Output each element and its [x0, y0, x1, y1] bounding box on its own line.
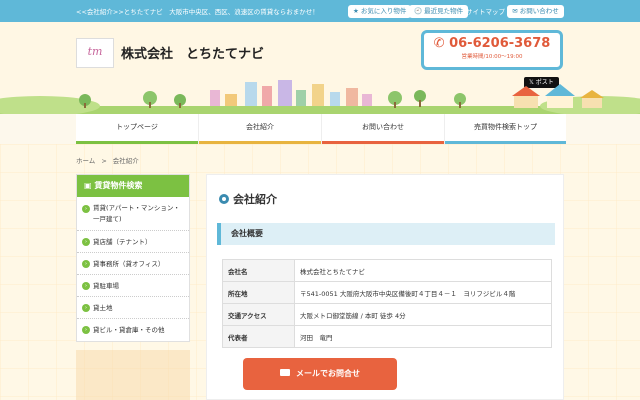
row-value: 〒541-0051 大阪府大阪市中央区備後町４丁目４－１ ヨリフジビル４階 — [294, 281, 552, 304]
arrow-right-icon: › — [82, 326, 90, 334]
arrow-right-icon: › — [82, 282, 90, 290]
envelope-icon — [280, 369, 290, 376]
row-key: 会社名 — [222, 259, 295, 282]
contact-button[interactable]: ✉ お問い合わせ — [507, 5, 564, 18]
table-row: 代表者 河田 竜門 — [222, 325, 552, 348]
sidebar-title: ▣ 賃貸物件検索 — [77, 175, 189, 197]
table-row: 交通アクセス 大阪メトロ御堂筋線 / 本町 徒歩 4分 — [222, 303, 552, 326]
mail-inquiry-button[interactable]: メールでお問合せ — [243, 358, 397, 390]
sidebar-item-building-other[interactable]: › 貸ビル・貸倉庫・その他 — [77, 319, 189, 341]
row-key: 所在地 — [222, 281, 295, 304]
site-tagline: <<会社紹介>>とちたてナビ 大阪市中央区、西区、浪速区の賃貸ならおまかせ！ — [76, 8, 319, 16]
rental-search-sidebar: ▣ 賃貸物件検索 › 賃貸(アパート・マンション・一戸建て) › 貸店舗（テナント）… — [76, 174, 190, 342]
sidebar-item-store[interactable]: › 貸店舗（テナント） — [77, 231, 189, 253]
sidebar-item-land[interactable]: › 貸土地 — [77, 297, 189, 319]
nav-contact[interactable]: お問い合わせ — [321, 114, 444, 144]
table-row: 会社名 株式会社とちたてナビ — [222, 259, 552, 282]
breadcrumb-separator: > — [101, 157, 107, 165]
phone-number: ✆ 06-6206-3678 — [433, 36, 551, 51]
nav-top-page[interactable]: トップページ — [76, 114, 198, 144]
top-bar: <<会社紹介>>とちたてナビ 大阪市中央区、西区、浪速区の賃貸ならおまかせ！ ★… — [0, 0, 640, 22]
company-info-table: 会社名 株式会社とちたてナビ 所在地 〒541-0051 大阪府大阪市中央区備後… — [222, 259, 552, 348]
nav-sale-search[interactable]: 売買物件検索トップ — [444, 114, 566, 144]
company-name: 株式会社 とちたてナビ — [121, 47, 265, 62]
sidebar-secondary-box — [76, 350, 190, 400]
row-key: 代表者 — [222, 325, 295, 348]
recently-viewed-button[interactable]: 🕘 最近見た物件 — [409, 5, 469, 18]
arrow-right-icon: › — [82, 238, 90, 246]
sidebar-item-office[interactable]: › 貸事務所（貸オフィス） — [77, 253, 189, 275]
arrow-right-icon: › — [82, 304, 90, 312]
arrow-right-icon: › — [82, 260, 90, 268]
breadcrumb-current: 会社紹介 — [112, 157, 139, 165]
sitemap-link[interactable]: サイトマップ — [466, 6, 505, 16]
town-illustration — [0, 80, 640, 114]
sidebar-item-parking[interactable]: › 貸駐車場 — [77, 275, 189, 297]
favorites-button[interactable]: ★ お気に入り物件 — [348, 5, 412, 18]
row-value: 大阪メトロ御堂筋線 / 本町 徒歩 4分 — [294, 303, 552, 326]
breadcrumb-home[interactable]: ホーム — [76, 157, 95, 165]
global-nav: トップページ 会社紹介 お問い合わせ 売買物件検索トップ — [76, 114, 566, 144]
company-logo[interactable]: tm — [76, 38, 114, 68]
business-hours: 営業時間/10:00〜19:00 — [461, 54, 523, 60]
nav-company[interactable]: 会社紹介 — [198, 114, 321, 144]
search-icon: ▣ — [84, 181, 95, 190]
page-title: 会社紹介 — [219, 191, 277, 207]
arrow-right-icon: › — [82, 205, 90, 213]
phone-icon: ✆ — [433, 36, 450, 51]
section-heading: 会社概要 — [217, 223, 555, 245]
phone-box[interactable]: ✆ 06-6206-3678 営業時間/10:00〜19:00 — [421, 30, 563, 70]
sidebar-item-rental-housing[interactable]: › 賃貸(アパート・マンション・一戸建て) — [77, 197, 189, 231]
circle-icon — [219, 194, 229, 204]
row-value: 河田 竜門 — [294, 325, 552, 348]
breadcrumb: ホーム > 会社紹介 — [76, 155, 139, 165]
table-row: 所在地 〒541-0051 大阪府大阪市中央区備後町４丁目４－１ ヨリフジビル４… — [222, 281, 552, 304]
site-header: tm 株式会社 とちたてナビ ✆ 06-6206-3678 営業時間/10:00… — [0, 22, 640, 114]
row-key: 交通アクセス — [222, 303, 295, 326]
row-value: 株式会社とちたてナビ — [294, 259, 552, 282]
